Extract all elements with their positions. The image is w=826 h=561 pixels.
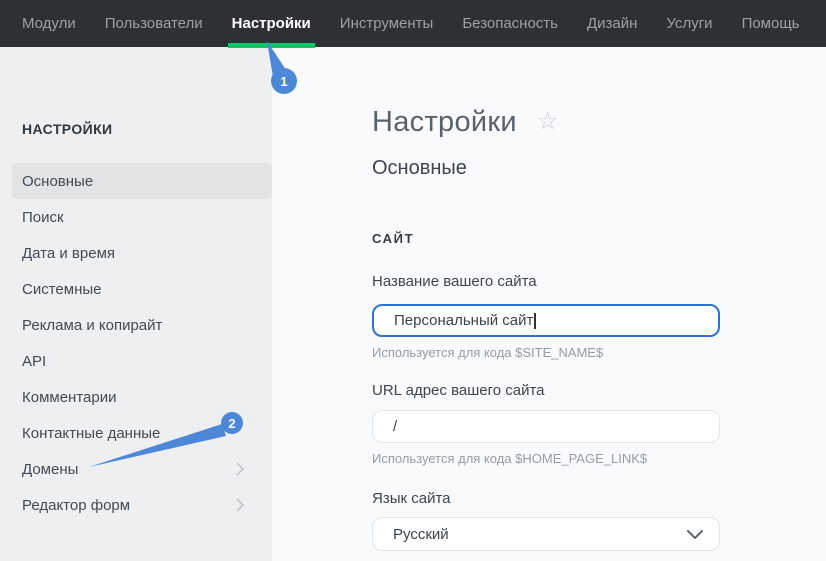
site-name-input[interactable]: Персональный сайт [372, 304, 720, 337]
site-name-value: Персональный сайт [394, 312, 533, 329]
site-url-input[interactable]: / [372, 410, 720, 443]
nav-item-settings-label: Настройки [232, 15, 311, 32]
site-name-label: Название вашего сайта [372, 273, 826, 291]
nav-item-security[interactable]: Безопасность [462, 15, 558, 32]
page-title-row: Настройки ☆ [372, 105, 826, 139]
sidebar-item-label: Редактор форм [22, 497, 130, 514]
site-language-label: Язык сайта [372, 490, 826, 508]
step-2-number: 2 [228, 416, 235, 431]
site-language-value: Русский [393, 526, 449, 543]
sidebar-item-general[interactable]: Основные [12, 163, 272, 199]
sidebar-item-label: Основные [22, 173, 93, 190]
step-1-number: 1 [280, 74, 287, 89]
nav-item-users[interactable]: Пользователи [105, 15, 203, 32]
page-title: Настройки [372, 105, 517, 139]
sidebar-item-label: API [22, 353, 46, 370]
page-subtitle: Основные [372, 155, 826, 181]
nav-item-design[interactable]: Дизайн [587, 15, 637, 32]
site-url-help: Используется для кода $HOME_PAGE_LINK$ [372, 451, 826, 466]
top-nav: Модули Пользователи Настройки Инструмент… [0, 0, 826, 47]
step-1-annotation-badge: 1 [256, 38, 302, 96]
site-language-select[interactable]: Русский [372, 517, 720, 551]
settings-sidebar: НАСТРОЙКИ Основные Поиск Дата и время Си… [0, 47, 272, 561]
sidebar-item-ads-copyright[interactable]: Реклама и копирайт [12, 307, 272, 343]
sidebar-item-label: Реклама и копирайт [22, 317, 162, 334]
sidebar-item-api[interactable]: API [12, 343, 272, 379]
sidebar-item-label: Домены [22, 461, 78, 478]
sidebar-item-system[interactable]: Системные [12, 271, 272, 307]
nav-item-modules[interactable]: Модули [22, 15, 76, 32]
chevron-right-icon [236, 498, 244, 512]
nav-item-tools[interactable]: Инструменты [340, 15, 434, 32]
nav-item-help[interactable]: Помощь [742, 15, 800, 32]
favorite-star-icon[interactable]: ☆ [537, 110, 559, 134]
settings-content: Настройки ☆ Основные САЙТ Название вашег… [272, 47, 826, 561]
site-name-help: Используется для кода $SITE_NAME$ [372, 345, 826, 360]
admin-panel: Модули Пользователи Настройки Инструмент… [0, 0, 826, 561]
sidebar-item-label: Дата и время [22, 245, 115, 262]
nav-item-settings[interactable]: Настройки [232, 15, 311, 32]
sidebar-item-form-editor[interactable]: Редактор форм [12, 487, 272, 523]
sidebar-item-date-time[interactable]: Дата и время [12, 235, 272, 271]
nav-item-services[interactable]: Услуги [666, 15, 712, 32]
site-url-value: / [393, 418, 397, 435]
step-2-annotation-badge: 2 [78, 402, 250, 478]
chevron-down-icon [687, 530, 703, 539]
text-cursor [534, 313, 536, 329]
site-url-label: URL адрес вашего сайта [372, 382, 826, 400]
sidebar-heading: НАСТРОЙКИ [22, 121, 272, 137]
sidebar-item-label: Системные [22, 281, 101, 298]
section-heading-site: САЙТ [372, 231, 826, 247]
sidebar-item-label: Поиск [22, 209, 64, 226]
sidebar-item-search[interactable]: Поиск [12, 199, 272, 235]
